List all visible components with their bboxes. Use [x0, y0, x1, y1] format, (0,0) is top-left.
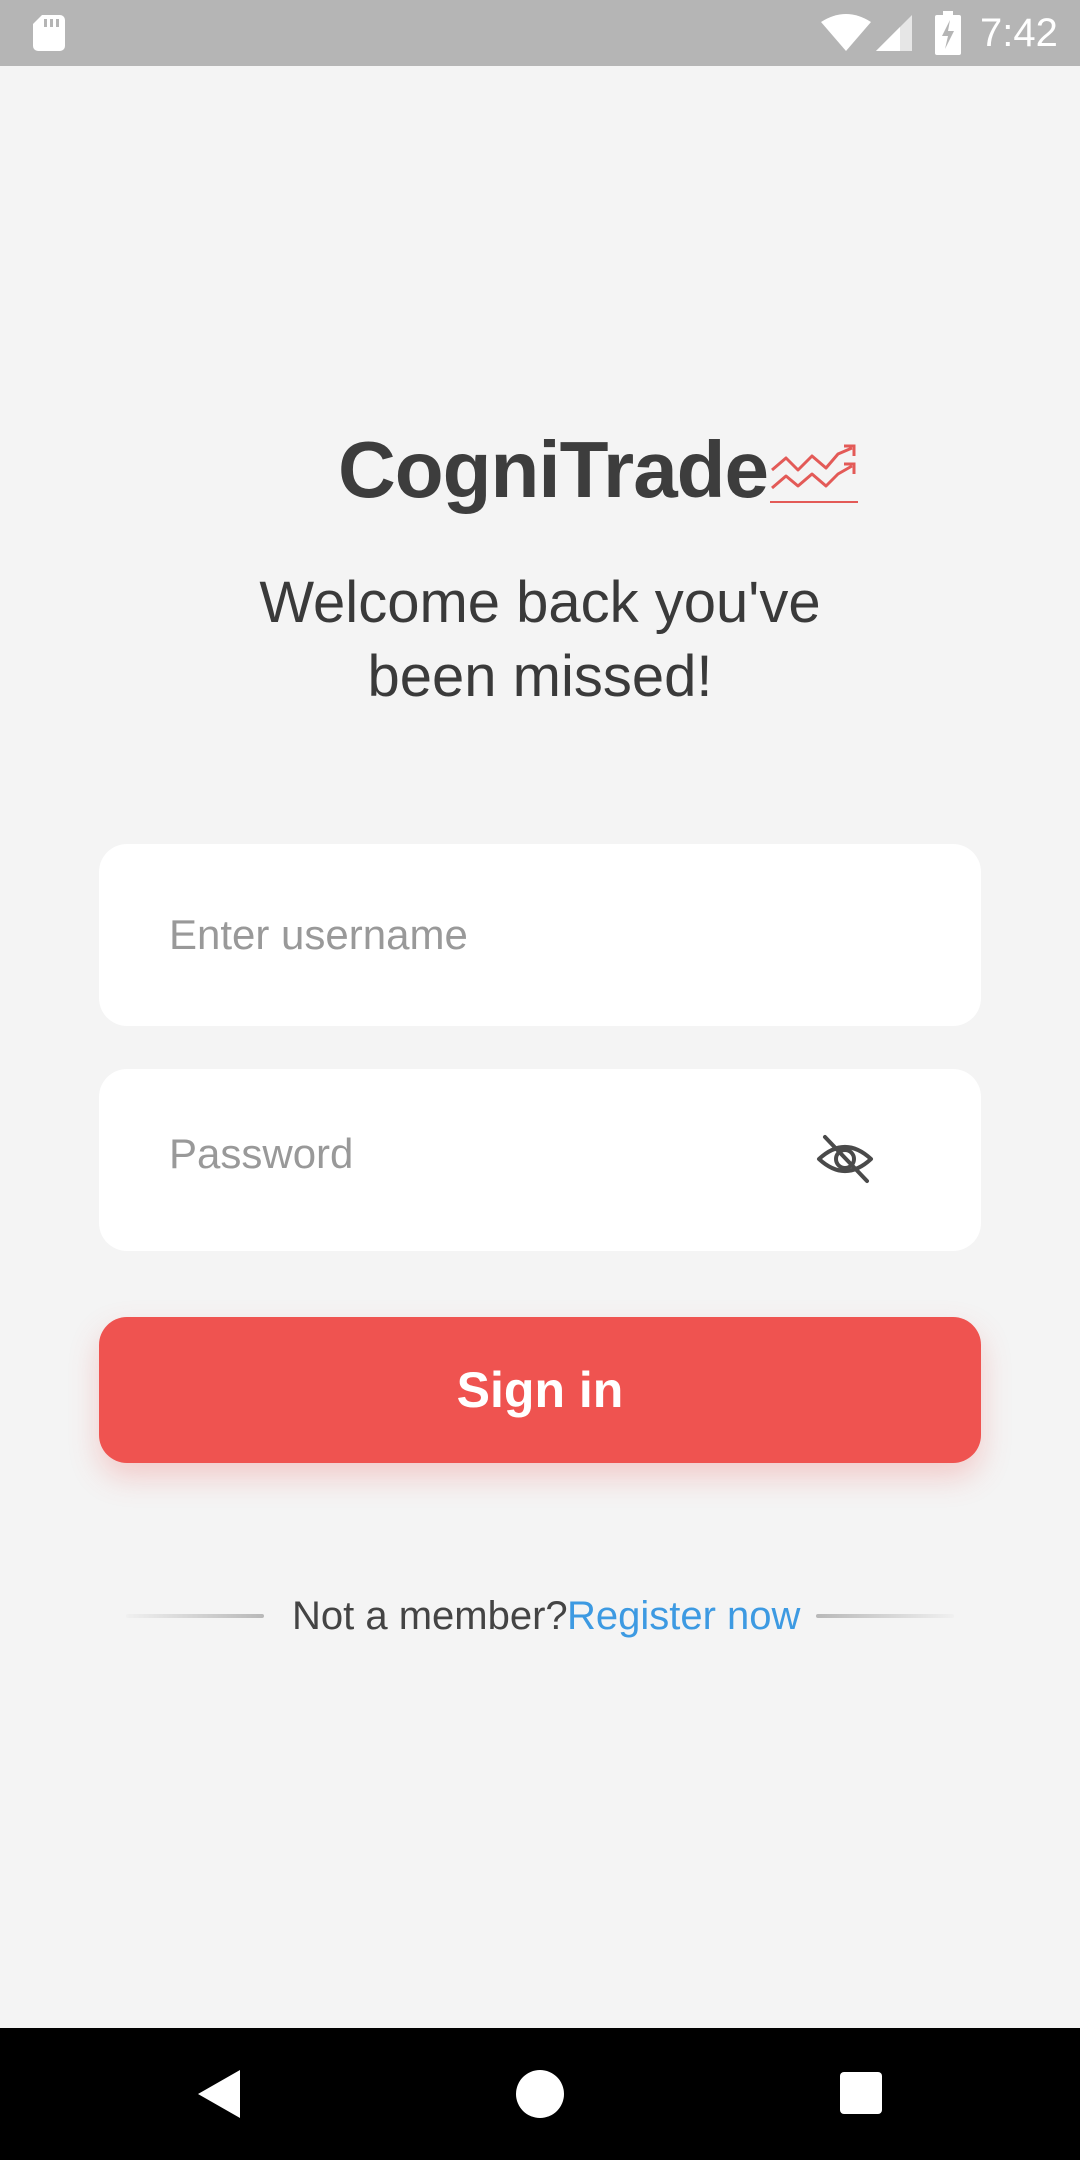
- username-input[interactable]: [169, 844, 809, 1026]
- signal-icon: [876, 15, 912, 51]
- register-row: Not a member? Register now: [0, 1586, 1080, 1646]
- wifi-icon: [821, 14, 871, 51]
- sd-card-icon: [33, 15, 65, 51]
- register-now-link[interactable]: Register now: [567, 1586, 800, 1646]
- status-clock: 7:42: [980, 11, 1058, 55]
- recents-icon[interactable]: [840, 2072, 882, 2114]
- divider-left: [126, 1614, 264, 1618]
- password-input[interactable]: [169, 1063, 809, 1245]
- not-member-text: Not a member?: [292, 1594, 568, 1638]
- divider-right: [816, 1614, 954, 1618]
- brand-header: CogniTrade: [0, 420, 1080, 520]
- eye-off-icon[interactable]: [815, 1129, 875, 1189]
- trending-chart-icon: [770, 444, 858, 503]
- sign-in-button[interactable]: Sign in: [99, 1317, 981, 1463]
- password-field-container: [99, 1063, 981, 1251]
- back-icon[interactable]: [196, 2068, 244, 2120]
- username-field-container: [99, 844, 981, 1026]
- welcome-line-2: been missed!: [367, 644, 713, 709]
- welcome-line-1: Welcome back you've: [259, 570, 821, 635]
- navigation-bar: [0, 2028, 1080, 2160]
- battery-charging-icon: [935, 11, 961, 55]
- app-title: CogniTrade: [338, 425, 769, 514]
- login-screen: 7:42 CogniTrade Welcome back you've been…: [0, 0, 1080, 2160]
- welcome-message: Welcome back you've been missed!: [0, 566, 1080, 714]
- status-bar: 7:42: [0, 0, 1080, 66]
- home-icon[interactable]: [516, 2070, 564, 2118]
